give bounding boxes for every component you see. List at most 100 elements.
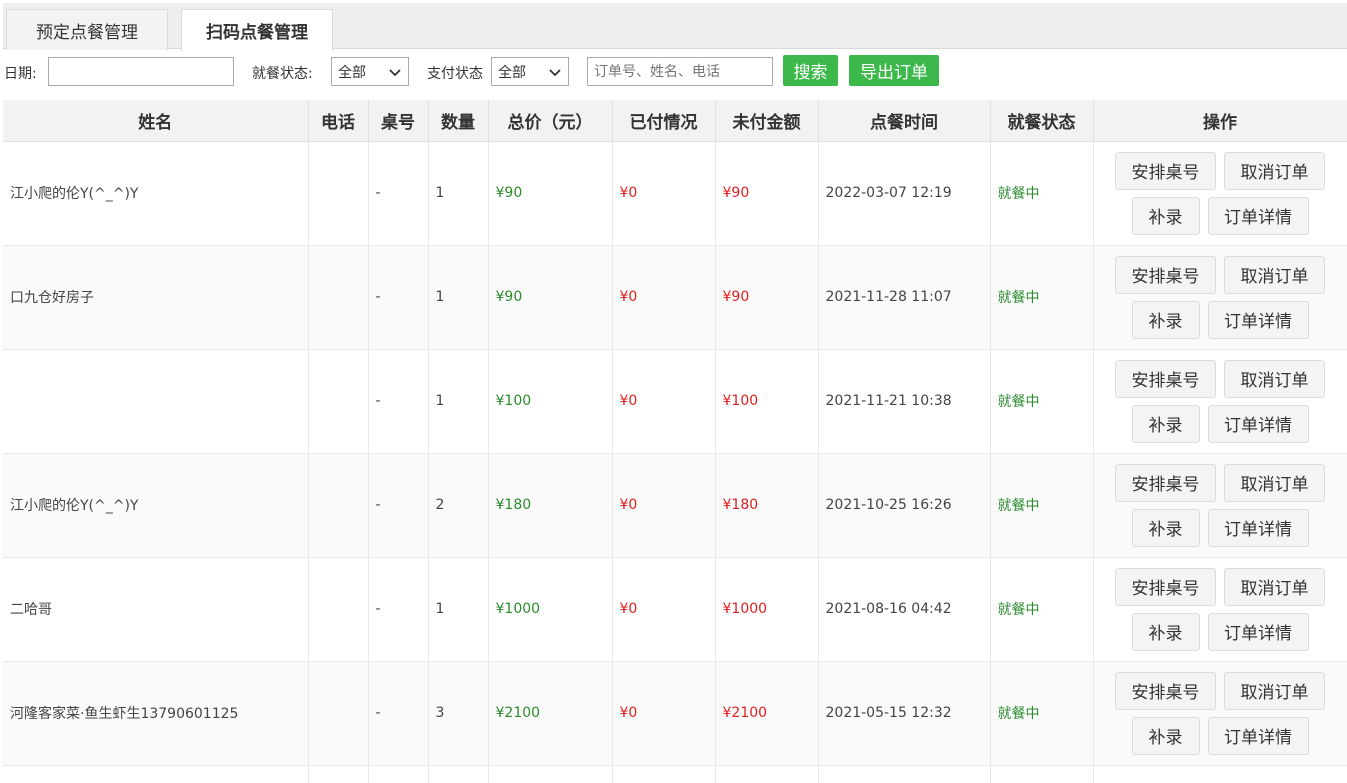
chevron-down-icon bbox=[389, 69, 401, 77]
cell-qty: 1 bbox=[428, 141, 489, 246]
cell-paid: ¥0 bbox=[612, 141, 716, 246]
cell-total: ¥2100 bbox=[488, 661, 613, 766]
table-row bbox=[3, 765, 1347, 783]
supplement-button[interactable]: 补录 bbox=[1131, 196, 1200, 235]
date-label: 日期: bbox=[4, 66, 37, 82]
table-row: - 1 ¥100 ¥0 ¥100 2021-11-21 10:38 就餐中 安排… bbox=[3, 349, 1347, 454]
cell-actions: 安排桌号 取消订单 补录 订单详情 bbox=[1093, 349, 1347, 454]
cell-name: 口九仓好房子 bbox=[3, 245, 309, 350]
cell-table: - bbox=[368, 557, 429, 662]
order-detail-button[interactable]: 订单详情 bbox=[1207, 612, 1309, 651]
order-detail-button[interactable]: 订单详情 bbox=[1207, 196, 1309, 235]
cancel-order-button[interactable]: 取消订单 bbox=[1224, 671, 1325, 710]
tab-reservation-orders[interactable]: 预定点餐管理 bbox=[6, 9, 168, 50]
pay-status-value: 全部 bbox=[498, 64, 526, 81]
order-detail-button[interactable]: 订单详情 bbox=[1207, 716, 1309, 755]
cell-actions: 安排桌号 取消订单 补录 订单详情 bbox=[1093, 141, 1347, 246]
cell-actions: 安排桌号 取消订单 补录 订单详情 bbox=[1093, 245, 1347, 350]
col-header-time: 点餐时间 bbox=[818, 100, 991, 142]
cell-paid: ¥0 bbox=[612, 245, 716, 350]
supplement-button[interactable]: 补录 bbox=[1131, 404, 1200, 443]
cell-paid: ¥0 bbox=[612, 453, 716, 558]
cancel-order-button[interactable]: 取消订单 bbox=[1224, 463, 1325, 502]
assign-table-button[interactable]: 安排桌号 bbox=[1115, 151, 1216, 190]
cell-total: ¥90 bbox=[488, 245, 613, 350]
cell-time: 2021-11-28 11:07 bbox=[818, 245, 991, 350]
order-detail-button[interactable]: 订单详情 bbox=[1207, 404, 1309, 443]
cell-table: - bbox=[368, 661, 429, 766]
cell-total: ¥180 bbox=[488, 453, 613, 558]
cell-time: 2021-11-21 10:38 bbox=[818, 349, 991, 454]
cell-status: 就餐中 bbox=[990, 557, 1094, 662]
supplement-button[interactable]: 补录 bbox=[1131, 612, 1200, 651]
cell-phone bbox=[308, 557, 369, 662]
cancel-order-button[interactable]: 取消订单 bbox=[1224, 151, 1325, 190]
cell-unpaid: ¥100 bbox=[715, 349, 819, 454]
cell-phone bbox=[308, 245, 369, 350]
cell-table: - bbox=[368, 453, 429, 558]
cell-name: 河隆客家菜·鱼生虾生13790601125 bbox=[3, 661, 309, 766]
cell-time: 2021-10-25 16:26 bbox=[818, 453, 991, 558]
cell-total: ¥100 bbox=[488, 349, 613, 454]
cell-total: ¥90 bbox=[488, 141, 613, 246]
assign-table-button[interactable]: 安排桌号 bbox=[1115, 359, 1216, 398]
table-row: 口九仓好房子 - 1 ¥90 ¥0 ¥90 2021-11-28 11:07 就… bbox=[3, 245, 1347, 350]
cell-status: 就餐中 bbox=[990, 453, 1094, 558]
col-header-unpaid: 未付金额 bbox=[715, 100, 819, 142]
assign-table-button[interactable]: 安排桌号 bbox=[1115, 567, 1216, 606]
col-header-table: 桌号 bbox=[368, 100, 429, 142]
col-header-actions: 操作 bbox=[1093, 100, 1347, 142]
supplement-button[interactable]: 补录 bbox=[1131, 716, 1200, 755]
cell-unpaid: ¥90 bbox=[715, 245, 819, 350]
dining-status-label: 就餐状态: bbox=[252, 66, 313, 82]
cell-time: 2021-08-16 04:42 bbox=[818, 557, 991, 662]
order-detail-button[interactable]: 订单详情 bbox=[1207, 508, 1309, 547]
cell-status: 就餐中 bbox=[990, 661, 1094, 766]
table-row: 二哈哥 - 1 ¥1000 ¥0 ¥1000 2021-08-16 04:42 … bbox=[3, 557, 1347, 662]
assign-table-button[interactable]: 安排桌号 bbox=[1115, 255, 1216, 294]
cancel-order-button[interactable]: 取消订单 bbox=[1224, 255, 1325, 294]
table-row: 江小爬的伦Y(^_^)Y - 1 ¥90 ¥0 ¥90 2022-03-07 1… bbox=[3, 141, 1347, 246]
supplement-button[interactable]: 补录 bbox=[1131, 300, 1200, 339]
pay-status-label: 支付状态 bbox=[427, 66, 483, 82]
dining-status-select[interactable]: 全部 bbox=[331, 57, 409, 86]
cell-phone bbox=[308, 453, 369, 558]
table-row: 河隆客家菜·鱼生虾生13790601125 - 3 ¥2100 ¥0 ¥2100… bbox=[3, 661, 1347, 766]
cell-total: ¥1000 bbox=[488, 557, 613, 662]
cancel-order-button[interactable]: 取消订单 bbox=[1224, 567, 1325, 606]
cell-status: 就餐中 bbox=[990, 141, 1094, 246]
cancel-order-button[interactable]: 取消订单 bbox=[1224, 359, 1325, 398]
date-input[interactable] bbox=[48, 57, 234, 86]
cell-name: 江小爬的伦Y(^_^)Y bbox=[3, 453, 309, 558]
cell-actions: 安排桌号 取消订单 补录 订单详情 bbox=[1093, 557, 1347, 662]
cell-paid: ¥0 bbox=[612, 557, 716, 662]
export-orders-button[interactable]: 导出订单 bbox=[849, 55, 939, 86]
cell-table: - bbox=[368, 349, 429, 454]
tab-scan-orders[interactable]: 扫码点餐管理 bbox=[181, 9, 333, 51]
cell-paid: ¥0 bbox=[612, 661, 716, 766]
cell-qty: 1 bbox=[428, 557, 489, 662]
orders-table: 姓名 电话 桌号 数量 总价（元） 已付情况 未付金额 点餐时间 就餐状态 操作… bbox=[3, 100, 1347, 783]
chevron-down-icon bbox=[549, 69, 561, 77]
assign-table-button[interactable]: 安排桌号 bbox=[1115, 463, 1216, 502]
cell-qty: 1 bbox=[428, 349, 489, 454]
cell-qty: 1 bbox=[428, 245, 489, 350]
cell-table: - bbox=[368, 141, 429, 246]
search-input[interactable] bbox=[587, 57, 773, 86]
col-header-name: 姓名 bbox=[3, 100, 309, 142]
cell-name: 二哈哥 bbox=[3, 557, 309, 662]
cell-phone bbox=[308, 349, 369, 454]
pay-status-select[interactable]: 全部 bbox=[491, 57, 569, 86]
col-header-phone: 电话 bbox=[308, 100, 369, 142]
search-button[interactable]: 搜索 bbox=[783, 55, 838, 86]
tab-bar: 预定点餐管理 扫码点餐管理 bbox=[3, 3, 1347, 51]
dining-status-value: 全部 bbox=[338, 64, 366, 81]
cell-qty: 3 bbox=[428, 661, 489, 766]
supplement-button[interactable]: 补录 bbox=[1131, 508, 1200, 547]
cell-time: 2021-05-15 12:32 bbox=[818, 661, 991, 766]
cell-qty: 2 bbox=[428, 453, 489, 558]
cell-unpaid: ¥90 bbox=[715, 141, 819, 246]
table-row: 江小爬的伦Y(^_^)Y - 2 ¥180 ¥0 ¥180 2021-10-25… bbox=[3, 453, 1347, 558]
order-detail-button[interactable]: 订单详情 bbox=[1207, 300, 1309, 339]
assign-table-button[interactable]: 安排桌号 bbox=[1115, 671, 1216, 710]
